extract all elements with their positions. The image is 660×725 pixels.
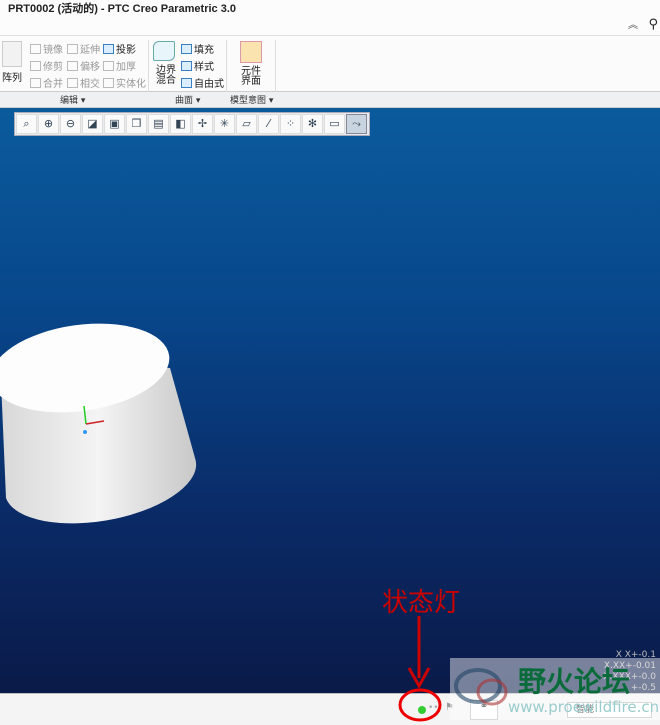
merge-label: 合并 [43, 79, 63, 90]
trim-icon [30, 61, 41, 71]
mirror-icon [30, 44, 41, 54]
graphics-viewport[interactable]: ⌕ ⊕ ⊖ ◪ ▣ ❒ ▤ ◧ ✢ ✳ ▱ ⁄ ⁘ ✻ ▭ ⤳ [0, 108, 660, 693]
minimize-ribbon-icon[interactable]: ︽ [628, 16, 638, 31]
boundary-blend-icon [153, 41, 175, 61]
intersect-label: 相交 [80, 79, 100, 90]
pattern-icon [2, 41, 22, 67]
watermark-url: www.proewildfire.cn [508, 698, 660, 716]
extend-icon [67, 44, 78, 54]
project-label: 投影 [116, 45, 136, 56]
fill-icon [181, 44, 192, 54]
group-model-intent[interactable]: 模型意图 ▾ [230, 93, 273, 106]
solidify-label: 实体化 [116, 79, 146, 90]
ribbon: 阵列 镜像 延伸 投影 修剪 偏移 加厚 合并 相交 实体化 边界 混合 填充 … [0, 37, 660, 92]
csys-z-axis [83, 430, 87, 434]
trim-label: 修剪 [43, 62, 63, 73]
mirror-button[interactable]: 镜像 [30, 41, 63, 56]
window-title: PRT0002 (活动的) - PTC Creo Parametric 3.0 [8, 3, 237, 15]
project-button[interactable]: 投影 [103, 41, 136, 56]
cylinder-model[interactable] [0, 108, 660, 693]
component-interface-button[interactable]: 元件 界面 [241, 67, 261, 87]
freestyle-label: 自由式 [194, 79, 224, 90]
merge-button[interactable]: 合并 [30, 75, 63, 90]
style-button[interactable]: 样式 [181, 58, 214, 73]
merge-icon [30, 78, 41, 88]
watermark-name: 野火论坛 [518, 665, 631, 698]
title-bar: PRT0002 (活动的) - PTC Creo Parametric 3.0 … [0, 0, 660, 36]
search-icon[interactable]: ⚲ [648, 17, 658, 32]
freestyle-icon [181, 78, 192, 88]
offset-label: 偏移 [80, 62, 100, 73]
intersect-icon [67, 78, 78, 88]
annotation-label: 状态灯 [382, 588, 461, 618]
pattern-button[interactable]: 阵列 [2, 69, 22, 84]
solidify-icon [103, 78, 114, 88]
ribbon-groups: 编辑 ▾ 曲面 ▾ 模型意图 ▾ [0, 92, 660, 108]
thicken-icon [103, 61, 114, 71]
solidify-button[interactable]: 实体化 [103, 75, 146, 90]
offset-icon [67, 61, 78, 71]
freestyle-button[interactable]: 自由式 [181, 75, 224, 90]
component-interface-icon [240, 41, 262, 63]
style-label: 样式 [194, 62, 214, 73]
boundary-blend-button[interactable]: 边界 混合 [156, 66, 176, 86]
thicken-button[interactable]: 加厚 [103, 58, 136, 73]
thicken-label: 加厚 [116, 62, 136, 73]
extend-button[interactable]: 延伸 [67, 41, 100, 56]
fill-label: 填充 [194, 45, 214, 56]
mirror-label: 镜像 [43, 45, 63, 56]
status-light[interactable] [418, 706, 426, 714]
intersect-button[interactable]: 相交 [67, 75, 100, 90]
project-icon [103, 44, 114, 54]
trim-button[interactable]: 修剪 [30, 58, 63, 73]
extend-label: 延伸 [80, 45, 100, 56]
status-dots: •• [428, 703, 439, 713]
fill-button[interactable]: 填充 [181, 41, 214, 56]
group-edit[interactable]: 编辑 ▾ [60, 93, 85, 106]
watermark: 野火论坛 www.proewildfire.cn [450, 658, 660, 720]
style-icon [181, 61, 192, 71]
group-surface[interactable]: 曲面 ▾ [175, 93, 200, 106]
offset-button[interactable]: 偏移 [67, 58, 100, 73]
